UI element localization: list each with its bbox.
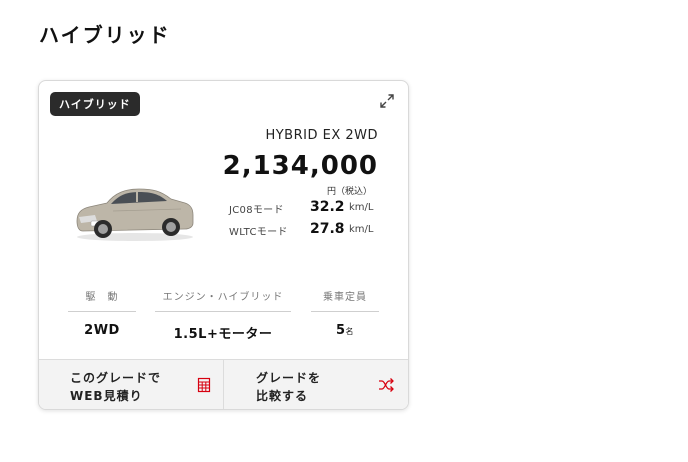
fuel-unit: km/L (349, 202, 374, 213)
spec-capacity: 乗車定員 5名 (311, 288, 379, 338)
car-image (76, 188, 194, 241)
fuel-unit: km/L (349, 224, 374, 235)
spec-engine-label: エンジン・ハイブリッド (155, 288, 291, 312)
spec-capacity-label: 乗車定員 (311, 288, 379, 312)
capacity-number: 5 (335, 323, 346, 338)
web-estimate-label: このグレードで WEB見積り (70, 371, 162, 403)
fuel-row-wltc: WLTCモード 27.8 km/L (229, 221, 379, 239)
compare-grade-label: グレードを 比較する (256, 371, 322, 403)
web-estimate-button[interactable]: このグレードで WEB見積り (39, 360, 223, 409)
compare-grade-button[interactable]: グレードを 比較する (223, 360, 408, 409)
shuffle-icon (379, 378, 394, 392)
fuel-value: 32.2 (310, 199, 345, 215)
fuel-row-jc08: JC08モード 32.2 km/L (229, 199, 379, 217)
spec-capacity-value: 5名 (311, 323, 379, 338)
spec-drive-value: 2WD (84, 323, 120, 338)
card-actions: このグレードで WEB見積り グレードを 比較する (39, 359, 408, 409)
fuel-mode-label: JC08モード (229, 205, 284, 216)
fuel-mode-label: WLTCモード (229, 227, 288, 238)
fuel-value: 27.8 (310, 221, 345, 237)
expand-icon[interactable] (379, 93, 395, 109)
spec-drive-label: 駆 動 (68, 288, 136, 312)
calculator-icon (197, 377, 211, 393)
capacity-unit: 名 (345, 327, 355, 336)
spec-engine: エンジン・ハイブリッド 1.5L+モーター (155, 288, 291, 342)
grade-name: HYBRID EX 2WD (265, 128, 378, 143)
section-title: ハイブリッド (39, 23, 171, 47)
spec-drive: 駆 動 2WD (68, 288, 136, 338)
type-badge: ハイブリッド (50, 92, 140, 116)
grade-card: ハイブリッド HYBRID EX 2WD 2,134,000 円（税込） JC0… (38, 80, 409, 410)
price-tax-note: 円（税込） (326, 187, 372, 197)
spec-engine-value: 1.5L+モーター (173, 327, 273, 342)
price: 2,134,000 (222, 151, 378, 181)
